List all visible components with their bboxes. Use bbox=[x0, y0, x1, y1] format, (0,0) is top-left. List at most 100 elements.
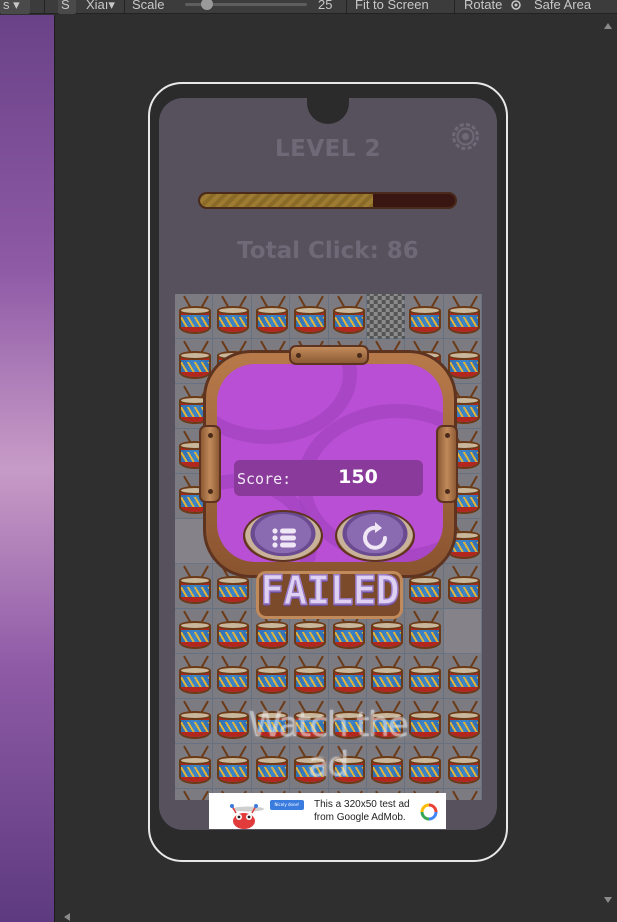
score-value: 150 bbox=[338, 466, 378, 488]
drum-icon bbox=[294, 655, 327, 696]
scroll-down-icon[interactable] bbox=[604, 897, 612, 903]
board-tile[interactable] bbox=[175, 744, 214, 789]
settings-button[interactable] bbox=[451, 122, 480, 151]
level-progress-fill bbox=[200, 194, 374, 207]
gear-icon bbox=[452, 123, 479, 150]
board-tile[interactable] bbox=[366, 654, 406, 699]
drum-icon bbox=[447, 340, 480, 381]
drum-icon bbox=[447, 295, 480, 336]
scale-value: 25 bbox=[318, 0, 333, 12]
drum-icon bbox=[447, 565, 480, 606]
level-title: LEVEL 2 bbox=[274, 136, 382, 162]
board-tile[interactable] bbox=[405, 609, 444, 654]
drum-icon bbox=[179, 340, 211, 381]
game-view-toolbar: s ▾ S Xiaı▾ Scale 25 Fit to Screen Rotat… bbox=[0, 0, 617, 14]
board-tile[interactable] bbox=[443, 654, 482, 699]
ad-ribbon: Nicely done! bbox=[270, 800, 304, 810]
scroll-up-icon[interactable] bbox=[604, 23, 612, 29]
drum-icon bbox=[179, 565, 211, 606]
popup-top-plank bbox=[289, 345, 369, 365]
board-tile[interactable] bbox=[405, 654, 444, 699]
board-tile[interactable] bbox=[290, 294, 329, 339]
scale-label: Scale bbox=[132, 0, 165, 12]
drum-icon bbox=[217, 655, 250, 696]
drum-icon bbox=[409, 610, 442, 651]
drum-icon bbox=[217, 610, 250, 651]
board-tile[interactable] bbox=[175, 654, 214, 699]
list-icon bbox=[272, 528, 296, 548]
drum-icon bbox=[179, 295, 211, 336]
drum-icon bbox=[447, 655, 480, 696]
board-tile[interactable] bbox=[175, 789, 214, 800]
board-tile[interactable] bbox=[290, 654, 329, 699]
board-tile[interactable] bbox=[443, 744, 482, 789]
drum-icon bbox=[370, 655, 403, 696]
scene-background-strip bbox=[0, 15, 55, 922]
scroll-left-icon[interactable] bbox=[64, 913, 70, 921]
board-tile[interactable] bbox=[213, 654, 252, 699]
board-tile[interactable] bbox=[443, 699, 482, 744]
admob-logo-icon bbox=[420, 803, 438, 821]
board-tile[interactable] bbox=[444, 789, 482, 800]
drum-icon bbox=[447, 745, 480, 786]
drum-icon bbox=[179, 610, 211, 651]
chevron-down-icon: ▾ bbox=[108, 0, 115, 12]
drum-icon bbox=[179, 745, 211, 786]
toolbar-item-2-label: S bbox=[61, 0, 70, 12]
board-tile[interactable] bbox=[443, 564, 482, 609]
board-tile[interactable] bbox=[175, 609, 214, 654]
menu-button[interactable] bbox=[243, 510, 323, 562]
drum-icon bbox=[332, 295, 365, 336]
drum-icon bbox=[255, 655, 288, 696]
fit-to-screen-button[interactable]: Fit to Screen bbox=[355, 0, 429, 14]
level-progress-bar bbox=[198, 192, 457, 209]
score-label: Score: bbox=[237, 470, 292, 488]
board-tile[interactable] bbox=[443, 294, 482, 339]
drum-icon bbox=[370, 610, 403, 651]
popup-right-plank bbox=[436, 425, 458, 503]
chevron-down-icon: ▾ bbox=[13, 0, 20, 12]
drum-icon bbox=[294, 295, 327, 336]
board-tile[interactable] bbox=[328, 294, 367, 339]
board-tile[interactable] bbox=[328, 654, 367, 699]
popup-left-plank bbox=[199, 425, 221, 503]
rotate-button[interactable]: Rotate bbox=[464, 0, 502, 14]
board-tile[interactable] bbox=[175, 564, 214, 609]
board-tile[interactable] bbox=[443, 609, 482, 654]
drum-icon bbox=[409, 655, 442, 696]
board-tile[interactable] bbox=[251, 654, 291, 699]
board-tile[interactable] bbox=[213, 294, 252, 339]
drum-icon bbox=[217, 295, 250, 336]
ad-text: This a 320x50 test ad from Google AdMob. bbox=[314, 799, 410, 823]
drum-icon bbox=[179, 655, 211, 696]
board-tile[interactable] bbox=[175, 294, 214, 339]
board-tile[interactable] bbox=[213, 609, 252, 654]
scale-slider-knob[interactable] bbox=[201, 0, 213, 10]
safe-area-icon bbox=[510, 0, 524, 14]
board-tile[interactable] bbox=[405, 294, 444, 339]
safe-area-toggle[interactable]: Safe Area bbox=[534, 0, 591, 14]
drum-icon bbox=[447, 700, 480, 741]
ad-mascot-image bbox=[222, 801, 266, 829]
drum-icon bbox=[409, 565, 442, 606]
retry-button[interactable] bbox=[335, 510, 415, 562]
unity-game-view: { "toolbar": { "item1": "s", "item2": "S… bbox=[0, 0, 617, 922]
board-tile[interactable] bbox=[251, 294, 291, 339]
drum-icon bbox=[332, 655, 365, 696]
drum-icon bbox=[332, 610, 365, 651]
board-tile[interactable] bbox=[366, 294, 406, 339]
restart-icon bbox=[363, 522, 387, 550]
result-text: FAILED bbox=[260, 567, 401, 615]
drum-icon bbox=[255, 610, 288, 651]
toolbar-resolution-label: Xiaı bbox=[86, 0, 109, 12]
toolbar-item-1-label: s bbox=[3, 0, 10, 12]
drum-icon bbox=[255, 295, 288, 336]
watch-ad-button[interactable]: Watch the ad bbox=[232, 705, 424, 785]
toolbar-dropdown-1[interactable]: s ▾ bbox=[0, 0, 30, 14]
board-tile[interactable] bbox=[175, 699, 214, 744]
toolbar-dropdown-2[interactable]: S bbox=[58, 0, 76, 14]
drum-icon bbox=[179, 700, 211, 741]
drum-icon bbox=[217, 565, 250, 606]
toolbar-resolution-dropdown[interactable]: Xiaı▾ bbox=[86, 0, 122, 14]
total-click-counter: Total Click: 86 bbox=[237, 238, 419, 264]
